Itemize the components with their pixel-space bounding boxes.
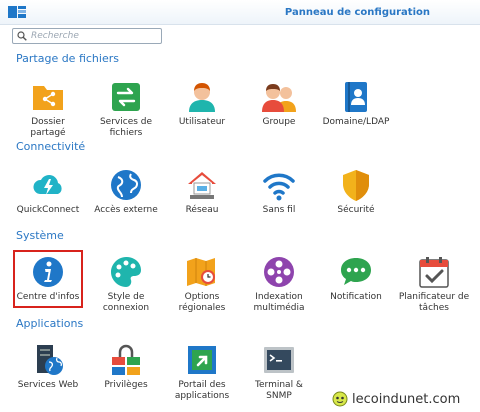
user-icon	[189, 83, 215, 112]
watermark-logo-icon	[332, 391, 348, 407]
search-box[interactable]	[12, 28, 162, 44]
media-indexing-icon	[264, 257, 294, 287]
item-label: Options régionales	[178, 292, 226, 313]
file-services-icon	[112, 83, 140, 111]
item-label: Style de connexion	[102, 292, 150, 313]
item-label: Terminal & SNMP	[255, 380, 303, 401]
section-title-file-sharing: Partage de fichiers	[16, 52, 119, 65]
security-shield-icon	[343, 170, 369, 201]
item-label: Services de fichiers	[99, 117, 153, 138]
shared-folder-icon	[33, 86, 63, 110]
palette-icon	[111, 257, 141, 287]
info-center-icon	[33, 257, 63, 287]
window-title: Panneau de configuration	[284, 7, 430, 18]
watermark-text: lecoindunet.com	[352, 392, 461, 407]
item-label: Portail des applications	[174, 380, 230, 401]
item-label: Groupe	[262, 117, 296, 127]
item-label: Notification	[330, 292, 382, 302]
item-label: Planificateur de tâches	[398, 292, 470, 313]
section-title-applications: Applications	[16, 317, 84, 330]
item-label: Réseau	[185, 205, 219, 215]
item-label: Dossier partagé	[30, 117, 66, 138]
terminal-snmp-icon	[264, 347, 294, 373]
item-label: Services Web	[17, 380, 79, 390]
item-label: Indexation multimédia	[253, 292, 305, 313]
item-label: Sécurité	[337, 205, 375, 215]
wireless-icon	[263, 173, 295, 201]
item-label: QuickConnect	[16, 205, 80, 215]
title-bar: Panneau de configuration	[0, 0, 480, 25]
web-services-icon	[37, 345, 63, 375]
privileges-icon	[112, 344, 140, 375]
regional-options-icon	[187, 258, 215, 286]
quickconnect-icon	[33, 175, 62, 195]
item-label: Domaine/LDAP	[322, 117, 390, 127]
item-label: Centre d'infos	[16, 292, 80, 302]
section-title-system: Système	[16, 229, 64, 242]
task-scheduler-icon	[419, 257, 449, 288]
search-icon	[17, 31, 27, 41]
external-access-icon	[111, 170, 141, 200]
item-label: Utilisateur	[178, 117, 226, 127]
application-portal-icon	[188, 346, 216, 374]
domain-ldap-icon	[345, 82, 367, 112]
network-icon	[188, 172, 216, 199]
notification-icon	[341, 258, 371, 285]
search-input[interactable]	[31, 30, 159, 42]
item-label: Sans fil	[262, 205, 296, 215]
item-label: Accès externe	[94, 205, 158, 215]
section-title-connectivity: Connectivité	[16, 140, 86, 153]
item-label: Privilèges	[104, 380, 148, 390]
group-icon	[262, 84, 296, 112]
